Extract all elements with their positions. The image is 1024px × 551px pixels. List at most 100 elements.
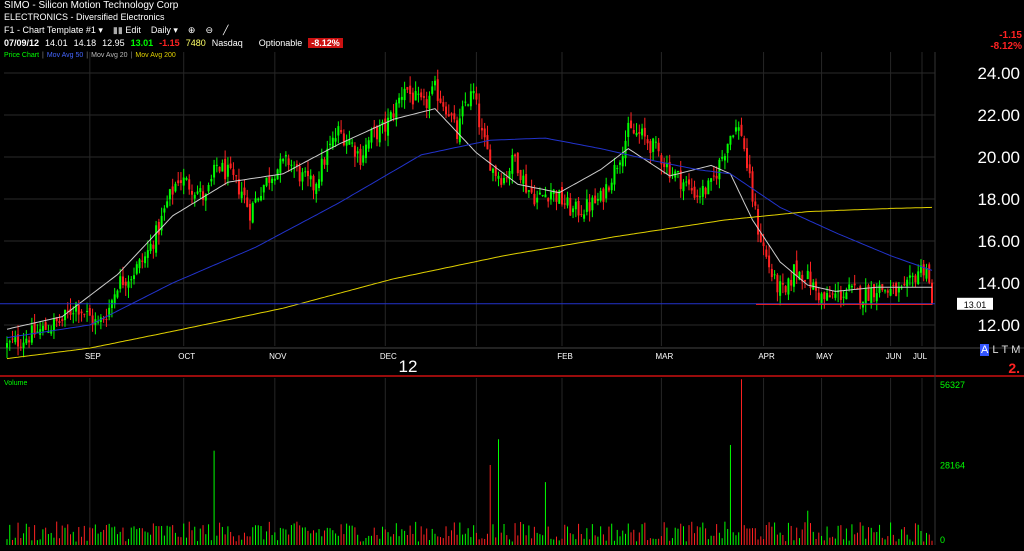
candle [704, 186, 707, 199]
candle [17, 325, 20, 356]
candle [298, 162, 301, 187]
candle-body [367, 140, 370, 149]
candle [527, 189, 530, 199]
candle [561, 182, 563, 207]
candle-body [688, 179, 691, 185]
month-tick-label: SEP [85, 352, 101, 361]
candle [610, 178, 613, 194]
candle [439, 90, 442, 104]
candle-body [409, 85, 412, 95]
candle [792, 264, 795, 293]
candle [168, 188, 171, 207]
candle-body [384, 118, 387, 132]
candle-body [574, 201, 577, 210]
candle [748, 154, 751, 178]
candle [224, 150, 227, 186]
candle [922, 260, 925, 282]
candle-body [635, 132, 638, 136]
candle-body [676, 171, 679, 173]
candle [715, 166, 718, 185]
candle [345, 134, 348, 154]
month-tick-label: JUL [913, 352, 928, 361]
candle-body [243, 187, 246, 196]
candle-body [6, 343, 8, 348]
candle-body [144, 256, 147, 264]
candle [497, 171, 500, 187]
candle [544, 186, 547, 198]
volume-tick-label: 56327 [940, 380, 965, 390]
candle-body [864, 287, 867, 305]
candle [671, 167, 674, 180]
candle [746, 138, 748, 172]
candle-body [826, 293, 829, 301]
candle-body [378, 125, 381, 143]
candle [737, 121, 740, 140]
candle [456, 116, 459, 144]
candle-body [906, 279, 909, 287]
candle-body [290, 164, 293, 166]
candle [693, 180, 696, 200]
candle [351, 138, 354, 148]
candle [232, 162, 235, 181]
candle-body [268, 175, 271, 183]
candle-body [52, 318, 55, 331]
candle [376, 124, 378, 147]
candle-body [478, 103, 481, 128]
candle-body [149, 243, 152, 252]
candle-body [202, 191, 205, 200]
candle-body [530, 187, 533, 193]
candle [94, 312, 97, 335]
candle-body [599, 190, 602, 201]
mode-m-button[interactable]: M [1011, 344, 1020, 356]
mode-l-button[interactable]: L [992, 344, 998, 356]
candle-body [428, 95, 431, 109]
price-volume-chart[interactable]: 24.00 22.00 20.00 18.00 16.00 14.00 12.00 SEP OC… [0, 0, 1024, 551]
candle [86, 302, 89, 322]
candle-body [224, 158, 227, 180]
candle [627, 116, 630, 147]
candle-body [240, 191, 243, 199]
candle-body [105, 318, 108, 320]
candle-body [497, 175, 500, 179]
candle [806, 264, 809, 280]
candle-body [83, 313, 86, 315]
candle [83, 313, 86, 318]
month-tick-label: FEB [557, 352, 573, 361]
month-grid [89, 52, 923, 545]
candle-body [693, 186, 696, 198]
candle [8, 339, 11, 351]
candle-body [549, 191, 552, 200]
candle [282, 158, 285, 164]
candle-body [152, 244, 155, 249]
candle-body [376, 125, 378, 140]
candle-body [646, 139, 649, 144]
candle [141, 253, 144, 269]
candle [867, 283, 870, 302]
candle-body [740, 124, 743, 136]
candle-body [803, 280, 806, 282]
candle [182, 168, 185, 195]
candle-body [630, 120, 633, 129]
candle-body [555, 191, 558, 202]
candle-body [218, 166, 221, 172]
candle-body [389, 112, 392, 120]
candle-body [207, 185, 210, 192]
candle [398, 93, 401, 108]
candle [690, 178, 693, 195]
mode-t-button[interactable]: T [1001, 344, 1008, 356]
candle-body [925, 268, 928, 279]
candle-body [685, 181, 688, 183]
mode-a-button[interactable]: A [980, 344, 990, 356]
candle [240, 181, 243, 203]
candle [541, 194, 544, 197]
candle [726, 143, 729, 163]
candle-body [342, 133, 345, 146]
candle-body [431, 86, 434, 94]
candle-body [605, 184, 608, 199]
price-tick-label: 20.00 [977, 148, 1020, 167]
candle [632, 123, 635, 135]
candle [914, 273, 917, 288]
candle [467, 103, 470, 107]
candle [931, 279, 933, 306]
candle [6, 336, 8, 359]
